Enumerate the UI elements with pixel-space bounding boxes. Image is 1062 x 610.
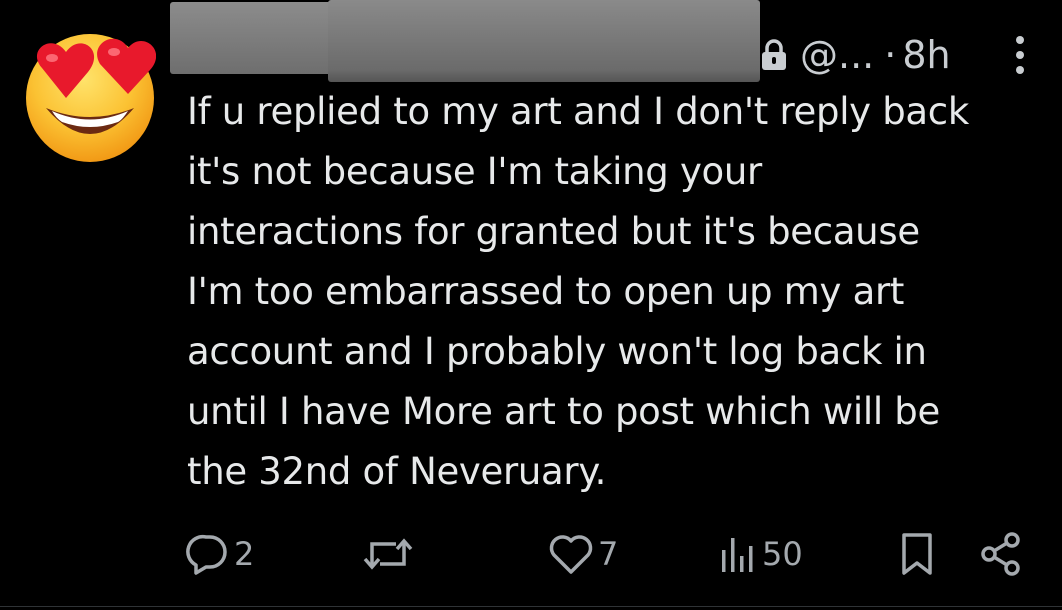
reply-count: 2	[234, 535, 255, 573]
heart-outline-icon	[549, 535, 593, 574]
repost-arrows-icon	[363, 538, 413, 570]
bar-chart-icon	[722, 538, 753, 572]
post-time[interactable]: 8h	[902, 33, 950, 77]
view-count: 50	[762, 535, 803, 573]
bookmark-icon	[902, 533, 932, 575]
reply-button[interactable]: 2	[186, 522, 254, 586]
speech-bubble-icon	[186, 534, 227, 575]
more-options-icon[interactable]	[1010, 34, 1030, 76]
share-nodes-icon	[981, 532, 1020, 576]
post-meta: @... · 8h	[760, 30, 951, 80]
post-card[interactable]: @... · 8h If u replied to my art and I d…	[0, 0, 1062, 610]
lock-icon	[762, 39, 786, 70]
user-handle[interactable]: @...	[800, 33, 874, 77]
display-name-redacted	[170, 0, 760, 84]
avatar[interactable]	[22, 28, 157, 162]
redaction-block	[328, 0, 760, 82]
post-text: If u replied to my art and I don't reply…	[187, 90, 969, 493]
views-button[interactable]: 50	[718, 522, 803, 586]
like-button[interactable]: 7	[548, 522, 618, 586]
bookmark-button[interactable]	[898, 522, 936, 586]
like-count: 7	[598, 535, 619, 573]
action-bar: 2 7 50	[0, 522, 1062, 586]
heart-eyes-emoji-icon	[26, 34, 157, 162]
divider	[0, 606, 1062, 607]
share-button[interactable]	[978, 522, 1024, 586]
repost-button[interactable]	[362, 522, 418, 586]
meta-separator: ·	[884, 33, 897, 77]
